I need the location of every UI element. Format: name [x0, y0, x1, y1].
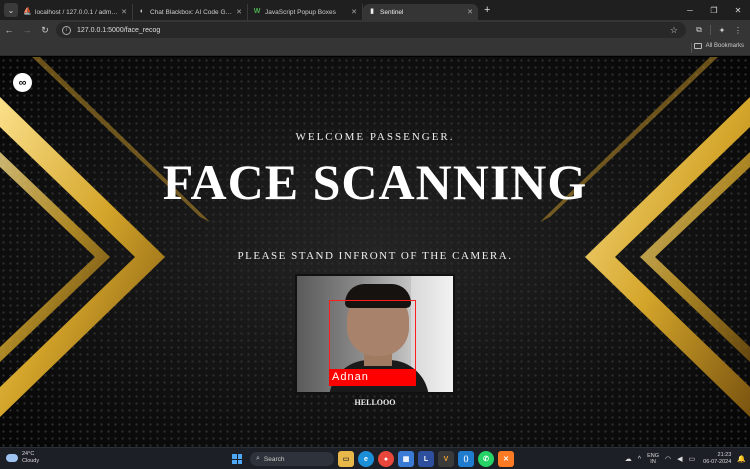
window-controls: ─ ❐ ✕ [678, 0, 750, 20]
close-icon[interactable]: ✕ [121, 8, 127, 16]
notification-bell-icon[interactable]: 🔔 [737, 455, 746, 463]
blackbox-favicon-icon: ◐ [139, 8, 145, 15]
bookmarks-bar: All Bookmarks [0, 40, 750, 56]
all-bookmarks-button[interactable]: All Bookmarks [693, 43, 744, 49]
store-icon[interactable]: ▦ [398, 451, 414, 467]
wifi-icon[interactable]: ◠ [665, 455, 671, 463]
language-indicator[interactable]: ENG IN [647, 453, 659, 466]
profile-icon[interactable]: ✦ [714, 26, 730, 35]
cloud-icon [6, 453, 18, 462]
face-scan-page: ∞ WELCOME PASSENGER. FACE SCANNING PLEAS… [0, 57, 750, 447]
chrome-icon[interactable]: ● [378, 451, 394, 467]
url-text: 127.0.0.1:5000/face_recog [77, 26, 161, 34]
page-title: FACE SCANNING [162, 154, 588, 210]
taskbar-apps: ⌕ Search ▭ e ● ▦ L V ⟨⟩ ✆ ✕ [230, 450, 514, 468]
close-icon[interactable]: ✕ [467, 8, 473, 16]
tab-search-icon[interactable]: ⌄ [4, 3, 18, 17]
windows-start-icon[interactable] [230, 452, 244, 466]
tab-title: Chat Blackbox: AI Code Generatio [150, 8, 233, 16]
address-bar[interactable]: i 127.0.0.1:5000/face_recog ☆ [56, 22, 686, 38]
minimize-icon[interactable]: ─ [678, 0, 702, 20]
w3schools-favicon-icon: W [253, 8, 261, 15]
search-icon: ⌕ [256, 455, 260, 462]
tab-title: Sentinel [380, 8, 404, 16]
phpmyadmin-favicon-icon: ⛵ [23, 8, 32, 15]
taskbar-search[interactable]: ⌕ Search [250, 452, 334, 466]
tab-strip: ⌄ ⛵ localhost / 127.0.0.1 / admin_db / ✕… [0, 0, 750, 20]
tab-title: localhost / 127.0.0.1 / admin_db / [35, 8, 118, 16]
close-icon[interactable]: ✕ [236, 8, 242, 16]
tab-title: JavaScript Popup Boxes [265, 8, 336, 16]
clock-time: 21:23 [717, 452, 732, 458]
folder-icon [693, 43, 702, 49]
clock[interactable]: 21:23 06-07-2024 [703, 452, 731, 466]
search-label: Search [263, 455, 285, 463]
tab-blackbox[interactable]: ◐ Chat Blackbox: AI Code Generatio ✕ [133, 4, 248, 20]
reload-icon[interactable]: ↻ [36, 25, 54, 36]
tab-localhost[interactable]: ⛵ localhost / 127.0.0.1 / admin_db / ✕ [18, 4, 133, 20]
extensions-icon[interactable]: ⧉ [691, 25, 707, 35]
new-tab-icon[interactable]: + [484, 4, 490, 16]
site-info-icon[interactable]: i [62, 25, 71, 35]
close-window-icon[interactable]: ✕ [726, 0, 750, 20]
bookmarks-divider [691, 43, 692, 53]
sentinel-favicon-icon: ▮ [370, 8, 374, 15]
all-bookmarks-label: All Bookmarks [705, 43, 744, 49]
weather-desc: Cloudy [22, 457, 40, 464]
whatsapp-icon[interactable]: ✆ [478, 451, 494, 467]
xampp-icon[interactable]: ✕ [498, 451, 514, 467]
toolbar-divider [710, 25, 711, 35]
battery-icon[interactable]: ▭ [689, 455, 696, 463]
taskbar: 24°C Cloudy ⌕ Search ▭ e ● ▦ L V ⟨⟩ ✆ ✕ … [0, 447, 750, 469]
browser-toolbar: ← → ↻ i 127.0.0.1:5000/face_recog ☆ ⧉ ✦ … [0, 20, 750, 40]
vscode-icon[interactable]: ⟨⟩ [458, 451, 474, 467]
system-tray: ☁ ^ ENG IN ◠ ◀ ▭ 21:23 06-07-2024 🔔 [619, 450, 746, 468]
edge-icon[interactable]: e [358, 451, 374, 467]
file-explorer-icon[interactable]: ▭ [338, 451, 354, 467]
back-icon[interactable]: ← [0, 25, 18, 35]
bookmark-star-icon[interactable]: ☆ [670, 25, 678, 36]
weather-widget[interactable]: 24°C Cloudy [6, 451, 39, 464]
recognized-name-label: Adnan [329, 369, 416, 386]
cloud-tray-icon[interactable]: ☁ [625, 455, 632, 463]
instruction-text: PLEASE STAND INFRONT OF THE CAMERA. [237, 250, 513, 262]
greeting-caption: HELLOOO [354, 398, 396, 407]
forward-icon[interactable]: → [18, 25, 36, 35]
camera-feed: Adnan [295, 274, 455, 394]
welcome-text: WELCOME PASSENGER. [295, 131, 455, 143]
clock-date: 06-07-2024 [703, 459, 732, 465]
toolbar-actions: ⧉ ✦ ⋮ [691, 20, 746, 40]
v-app-icon[interactable]: V [438, 451, 454, 467]
restore-icon[interactable]: ❐ [702, 0, 726, 20]
chevron-up-icon[interactable]: ^ [638, 456, 641, 463]
l-app-icon[interactable]: L [418, 451, 434, 467]
infinity-logo-icon[interactable]: ∞ [13, 73, 32, 92]
volume-icon[interactable]: ◀ [677, 455, 682, 463]
tab-sentinel[interactable]: ▮ Sentinel ✕ [363, 4, 478, 20]
close-icon[interactable]: ✕ [351, 8, 357, 16]
menu-icon[interactable]: ⋮ [730, 26, 746, 35]
tab-javascript-popup[interactable]: W JavaScript Popup Boxes ✕ [248, 4, 363, 20]
lang-secondary: IN [650, 459, 656, 465]
